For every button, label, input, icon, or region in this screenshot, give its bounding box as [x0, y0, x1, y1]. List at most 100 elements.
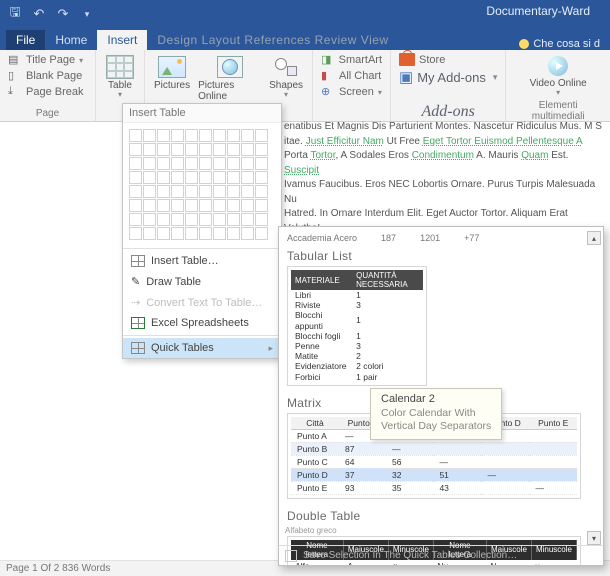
chart-button[interactable]: ▮All Chart — [319, 68, 384, 84]
pictures-button[interactable]: Pictures — [151, 52, 193, 93]
page-break-button[interactable]: ⤓Page Break — [6, 84, 89, 100]
grid-cell[interactable] — [213, 227, 226, 240]
grid-cell[interactable] — [143, 129, 156, 142]
grid-cell[interactable] — [157, 129, 170, 142]
draw-table-item[interactable]: ✎Draw Table — [123, 271, 281, 292]
grid-cell[interactable] — [185, 199, 198, 212]
grid-cell[interactable] — [199, 185, 212, 198]
grid-cell[interactable] — [143, 157, 156, 170]
scroll-up-icon[interactable]: ▴ — [587, 231, 601, 245]
blank-page-button[interactable]: ▯Blank Page — [6, 68, 89, 84]
save-icon[interactable]: 🖫 — [6, 5, 24, 23]
grid-cell[interactable] — [185, 157, 198, 170]
grid-cell[interactable] — [171, 171, 184, 184]
store-button[interactable]: Store — [397, 52, 499, 67]
grid-cell[interactable] — [185, 171, 198, 184]
grid-cell[interactable] — [171, 129, 184, 142]
shapes-button[interactable]: Shapes▾ — [266, 52, 306, 102]
grid-cell[interactable] — [171, 213, 184, 226]
grid-cell[interactable] — [185, 213, 198, 226]
qat-dropdown-icon[interactable]: ▾ — [78, 5, 96, 23]
grid-cell[interactable] — [157, 199, 170, 212]
grid-cell[interactable] — [241, 185, 254, 198]
grid-cell[interactable] — [213, 143, 226, 156]
grid-cell[interactable] — [227, 129, 240, 142]
grid-cell[interactable] — [241, 129, 254, 142]
grid-cell[interactable] — [171, 143, 184, 156]
grid-cell[interactable] — [157, 143, 170, 156]
flyout-scrollbar[interactable]: ▴ ▾ — [587, 231, 601, 545]
grid-cell[interactable] — [143, 185, 156, 198]
grid-cell[interactable] — [143, 213, 156, 226]
grid-cell[interactable] — [241, 157, 254, 170]
grid-cell[interactable] — [241, 199, 254, 212]
redo-icon[interactable]: ↷ — [54, 5, 72, 23]
grid-cell[interactable] — [199, 171, 212, 184]
grid-cell[interactable] — [129, 129, 142, 142]
grid-cell[interactable] — [255, 157, 268, 170]
tab-file[interactable]: File — [6, 30, 45, 50]
screenshot-button[interactable]: ⊕Screen▾ — [319, 84, 384, 100]
grid-cell[interactable] — [143, 227, 156, 240]
grid-cell[interactable] — [199, 213, 212, 226]
grid-cell[interactable] — [171, 227, 184, 240]
grid-cell[interactable] — [185, 227, 198, 240]
grid-cell[interactable] — [213, 185, 226, 198]
grid-cell[interactable] — [129, 199, 142, 212]
grid-cell[interactable] — [171, 185, 184, 198]
excel-spreadsheet-item[interactable]: Excel Spreadsheets — [123, 313, 281, 333]
grid-cell[interactable] — [185, 185, 198, 198]
video-online-button[interactable]: Video Online▾ — [527, 52, 590, 100]
grid-cell[interactable] — [157, 157, 170, 170]
grid-cell[interactable] — [213, 157, 226, 170]
grid-cell[interactable] — [129, 185, 142, 198]
grid-cell[interactable] — [213, 199, 226, 212]
grid-cell[interactable] — [255, 171, 268, 184]
grid-cell[interactable] — [171, 157, 184, 170]
grid-cell[interactable] — [255, 129, 268, 142]
grid-cell[interactable] — [199, 157, 212, 170]
grid-cell[interactable] — [185, 129, 198, 142]
grid-cell[interactable] — [185, 143, 198, 156]
grid-cell[interactable] — [199, 199, 212, 212]
grid-cell[interactable] — [227, 227, 240, 240]
grid-cell[interactable] — [241, 143, 254, 156]
grid-cell[interactable] — [129, 213, 142, 226]
grid-cell[interactable] — [255, 213, 268, 226]
grid-cell[interactable] — [157, 171, 170, 184]
title-page-button[interactable]: ▤Title Page▾ — [6, 52, 89, 68]
grid-cell[interactable] — [227, 143, 240, 156]
tab-insert[interactable]: Insert — [97, 30, 147, 50]
grid-cell[interactable] — [143, 143, 156, 156]
scroll-down-icon[interactable]: ▾ — [587, 531, 601, 545]
grid-cell[interactable] — [241, 171, 254, 184]
grid-cell[interactable] — [129, 171, 142, 184]
grid-cell[interactable] — [129, 227, 142, 240]
grid-cell[interactable] — [227, 185, 240, 198]
grid-cell[interactable] — [129, 157, 142, 170]
tell-me-search[interactable]: Che cosa si d — [519, 38, 610, 50]
grid-cell[interactable] — [241, 227, 254, 240]
grid-cell[interactable] — [199, 143, 212, 156]
grid-cell[interactable] — [255, 199, 268, 212]
insert-table-item[interactable]: Insert Table… — [123, 251, 281, 271]
grid-cell[interactable] — [213, 129, 226, 142]
grid-cell[interactable] — [227, 199, 240, 212]
status-page-words[interactable]: Page 1 Of 2 836 Words — [6, 563, 110, 574]
tab-home[interactable]: Home — [45, 30, 97, 50]
grid-cell[interactable] — [213, 171, 226, 184]
my-addons-button[interactable]: ▣My Add-ons▾ — [397, 67, 499, 87]
quick-tables-item[interactable]: Quick Tables▸ — [123, 338, 281, 358]
grid-cell[interactable] — [227, 157, 240, 170]
grid-cell[interactable] — [255, 227, 268, 240]
grid-cell[interactable] — [157, 185, 170, 198]
grid-cell[interactable] — [241, 213, 254, 226]
grid-cell[interactable] — [255, 185, 268, 198]
grid-cell[interactable] — [255, 143, 268, 156]
smartart-button[interactable]: ◨SmartArt — [319, 52, 384, 68]
grid-cell[interactable] — [227, 171, 240, 184]
grid-cell[interactable] — [213, 213, 226, 226]
grid-cell[interactable] — [199, 129, 212, 142]
grid-cell[interactable] — [199, 227, 212, 240]
table-button[interactable]: Table▾ — [102, 52, 138, 102]
